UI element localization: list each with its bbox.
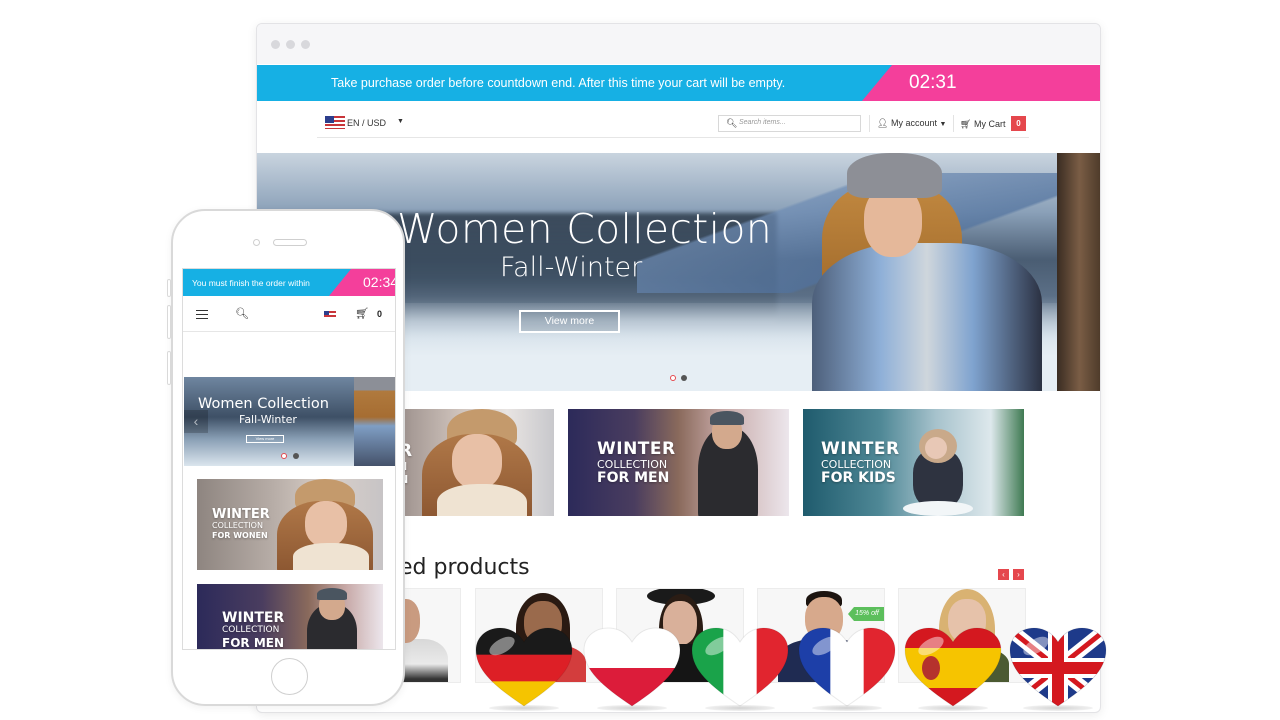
countdown-timer: 02:31 [909, 72, 957, 93]
banner-audience: FOR KIDS [821, 470, 896, 486]
mobile-view-more-button[interactable]: View more [246, 435, 284, 443]
phone-speaker-icon [273, 239, 307, 246]
my-account-label: My account [890, 118, 937, 128]
mobile-banner-subtitle: COLLECTION [212, 521, 263, 530]
caret-down-icon: ▼ [397, 118, 404, 125]
mobile-hero-model-image [354, 377, 395, 466]
banner-title: WINTER [821, 439, 900, 459]
my-cart-label: My Cart [973, 119, 1006, 129]
countdown-timer-bg [862, 65, 1100, 101]
phone-mute-switch [167, 279, 171, 297]
divider [953, 115, 954, 132]
countdown-bar: Take purchase order before countdown end… [257, 65, 1100, 101]
mobile-banner-audience: FOR WONEN [212, 531, 268, 540]
mobile-hero-prev-button[interactable]: ‹ [184, 410, 208, 433]
mobile-nav: 🔍︎ 🛒︎ 0 [183, 296, 395, 332]
top-nav: EN / USD ▼ 🔍︎ Search items... 👤︎ My acco… [317, 102, 1029, 138]
hero-subtitle: Fall-Winter [500, 252, 643, 283]
banner-winter-women[interactable]: R N N [397, 409, 554, 516]
hero-title: Women Collection [397, 205, 773, 253]
slide-dot[interactable] [293, 453, 299, 459]
italian-flag-heart[interactable] [690, 627, 790, 708]
banner-audience: FOR MEN [597, 470, 670, 486]
discount-badge: 15% off [848, 607, 884, 621]
language-currency-label: EN / USD [347, 118, 387, 128]
banner-title: WINTER [597, 439, 676, 459]
products-next-button[interactable]: › [1013, 569, 1024, 580]
cart-count-badge: 0 [1011, 116, 1026, 131]
mobile-banner-subtitle: COLLECTION [222, 625, 280, 635]
slide-dot-active[interactable] [281, 453, 287, 459]
search-placeholder: Search items... [739, 119, 786, 126]
marketing-composition: Take purchase order before countdown end… [0, 0, 1280, 720]
phone-screen: You must finish the order within 02:34 🔍… [182, 268, 396, 650]
mobile-banner-audience: FOR MEN [222, 636, 284, 650]
my-cart-button[interactable]: 🛒︎ My Cart [960, 119, 1005, 130]
heart-shadow [705, 705, 775, 711]
hamburger-icon[interactable] [196, 310, 208, 319]
polish-flag-heart[interactable] [582, 627, 682, 708]
featured-products-title: ed products [399, 555, 530, 580]
cart-icon: 🛒︎ [960, 119, 972, 129]
mobile-countdown-message: You must finish the order within [192, 278, 310, 288]
german-flag-heart[interactable] [474, 627, 574, 708]
us-flag-icon [325, 116, 345, 129]
search-icon[interactable]: 🔍︎ [235, 307, 249, 320]
spanish-flag-heart[interactable] [903, 627, 1003, 708]
french-flag-heart[interactable] [797, 627, 897, 708]
hero-model-image [812, 153, 1042, 391]
product-card[interactable] [397, 588, 461, 683]
browser-title-bar [257, 24, 1100, 64]
mobile-hero-slider: ‹ Women Collection Fall-Winter View more [184, 377, 395, 466]
window-maximize-dot[interactable] [301, 40, 310, 49]
my-account-dropdown[interactable]: 👤︎ My account ▼ [877, 118, 946, 129]
mobile-banner-winter-women[interactable]: WINTER COLLECTION FOR WONEN [197, 479, 383, 570]
phone-volume-up [167, 305, 171, 339]
mobile-hero-title: Women Collection [198, 396, 329, 412]
banner-subtitle: COLLECTION [821, 458, 892, 471]
mobile-countdown-timer: 02:34 [363, 274, 396, 290]
phone-volume-down [167, 351, 171, 385]
divider [869, 115, 870, 132]
heart-shadow [812, 705, 882, 711]
banner-winter-men[interactable]: WINTER COLLECTION FOR MEN [568, 409, 789, 516]
mobile-hero-subtitle: Fall-Winter [239, 413, 297, 426]
us-flag-icon[interactable] [324, 311, 336, 319]
banner-winter-kids[interactable]: WINTER COLLECTION FOR KIDS [803, 409, 1024, 516]
products-prev-button[interactable]: ‹ [998, 569, 1009, 580]
search-icon: 🔍︎ [726, 118, 738, 128]
mobile-banner-title: WINTER [222, 610, 285, 626]
search-input[interactable]: 🔍︎ Search items... [718, 115, 861, 132]
window-minimize-dot[interactable] [286, 40, 295, 49]
phone-home-button[interactable] [271, 658, 308, 695]
window-close-dot[interactable] [271, 40, 280, 49]
slide-dot[interactable] [681, 375, 687, 381]
view-more-button[interactable]: View more [519, 310, 620, 333]
heart-shadow [597, 705, 667, 711]
caret-down-icon: ▼ [939, 121, 947, 128]
uk-flag-heart[interactable] [1008, 627, 1108, 708]
mobile-phone-mockup: You must finish the order within 02:34 🔍… [167, 209, 405, 706]
phone-camera-icon [253, 239, 260, 246]
cart-icon[interactable]: 🛒︎ [355, 307, 369, 320]
user-icon: 👤︎ [877, 118, 889, 128]
mobile-banner-winter-men[interactable]: WINTER COLLECTION FOR MEN [197, 584, 383, 650]
slide-dot-active[interactable] [670, 375, 676, 381]
mobile-countdown-bar: You must finish the order within 02:34 [183, 269, 396, 296]
countdown-message: Take purchase order before countdown end… [331, 76, 786, 90]
heart-shadow [918, 705, 988, 711]
hero-tree-trunk [1057, 153, 1100, 391]
mobile-banner-title: WINTER [212, 507, 270, 522]
banner-subtitle: COLLECTION [597, 458, 668, 471]
mobile-cart-count: 0 [377, 309, 383, 319]
heart-shadow [489, 705, 559, 711]
heart-shadow [1023, 705, 1093, 711]
